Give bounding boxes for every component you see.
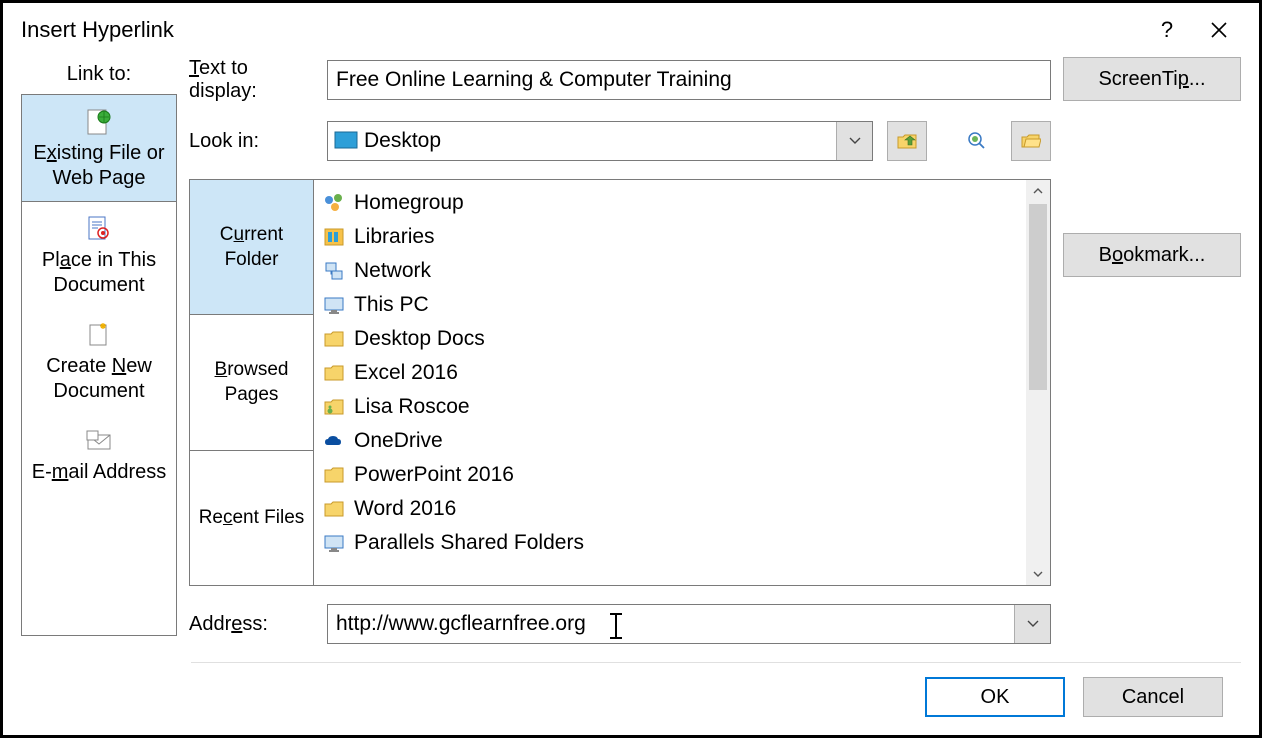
file-item-label: Libraries — [354, 225, 435, 249]
tab-recent-files[interactable]: Recent Files — [190, 451, 313, 585]
look-in-dropdown[interactable] — [836, 122, 872, 160]
text-to-display-label: Text to display: — [189, 57, 319, 103]
chevron-down-icon — [1033, 570, 1043, 578]
scrollbar-thumb[interactable] — [1029, 204, 1047, 390]
linkto-email[interactable]: E-mail Address — [22, 414, 176, 495]
help-button[interactable]: ? — [1141, 4, 1193, 56]
dialog-footer: OK Cancel — [191, 662, 1241, 735]
folder-icon — [322, 463, 346, 487]
folder-up-icon — [897, 132, 917, 150]
browse-tabs: Current Folder Browsed Pages Recent File… — [190, 180, 314, 585]
onedrive-icon — [322, 429, 346, 453]
chevron-down-icon — [1027, 620, 1039, 628]
bookmark-button[interactable]: Bookmark... — [1063, 233, 1241, 277]
scroll-down-button[interactable] — [1026, 563, 1050, 585]
file-item[interactable]: This PC — [318, 288, 1022, 322]
chevron-up-icon — [1033, 187, 1043, 195]
file-item-label: PowerPoint 2016 — [354, 463, 514, 487]
file-item[interactable]: Lisa Roscoe — [318, 390, 1022, 424]
browse-area: Current Folder Browsed Pages Recent File… — [189, 179, 1051, 586]
look-in-label: Look in: — [189, 130, 319, 153]
screentip-button[interactable]: ScreenTip... — [1063, 57, 1241, 101]
linkto-place-in-doc[interactable]: Place in This Document — [22, 202, 176, 308]
text-to-display-input[interactable] — [327, 60, 1051, 100]
titlebar: Insert Hyperlink ? — [3, 3, 1259, 57]
file-item-label: Network — [354, 259, 431, 283]
file-item[interactable]: Libraries — [318, 220, 1022, 254]
dialog-title: Insert Hyperlink — [21, 17, 174, 43]
file-item-label: Parallels Shared Folders — [354, 531, 584, 555]
search-web-icon — [967, 131, 987, 151]
linkto-existing-file[interactable]: Existing File or Web Page — [22, 95, 176, 202]
insert-hyperlink-dialog: Insert Hyperlink ? Link to: Existing Fil… — [3, 3, 1259, 735]
thispc-icon — [322, 531, 346, 555]
ok-button[interactable]: OK — [925, 677, 1065, 717]
file-item-label: Excel 2016 — [354, 361, 458, 385]
scrollbar[interactable] — [1026, 180, 1050, 585]
file-item-label: Word 2016 — [354, 497, 456, 521]
globe-page-icon — [84, 107, 114, 137]
tab-browsed-pages[interactable]: Browsed Pages — [190, 315, 313, 450]
link-to-label: Link to: — [21, 57, 177, 94]
chevron-down-icon — [849, 137, 861, 145]
thispc-icon — [322, 293, 346, 317]
folder-icon — [322, 327, 346, 351]
file-item-label: OneDrive — [354, 429, 443, 453]
doc-target-icon — [84, 214, 114, 244]
link-to-list: Existing File or Web Page Place in This … — [21, 94, 177, 636]
look-in-row: Look in: Desktop — [189, 121, 1051, 161]
homegroup-icon — [322, 191, 346, 215]
up-level-button[interactable] — [887, 121, 927, 161]
file-item-label: Desktop Docs — [354, 327, 485, 351]
folder-icon — [322, 497, 346, 521]
email-icon — [84, 426, 114, 456]
file-list[interactable]: Homegroup Libraries Network This PC Desktop … — [314, 180, 1026, 585]
file-item[interactable]: Network — [318, 254, 1022, 288]
file-item[interactable]: Parallels Shared Folders — [318, 526, 1022, 560]
scroll-up-button[interactable] — [1026, 180, 1050, 202]
right-buttons: ScreenTip... Bookmark... — [1063, 57, 1241, 644]
tab-current-folder[interactable]: Current Folder — [190, 180, 313, 315]
folder-open-icon — [1021, 133, 1041, 149]
network-icon — [322, 259, 346, 283]
linkto-create-new[interactable]: Create New Document — [22, 308, 176, 414]
look-in-combo[interactable]: Desktop — [327, 121, 873, 161]
file-item[interactable]: Word 2016 — [318, 492, 1022, 526]
file-item[interactable]: Excel 2016 — [318, 356, 1022, 390]
desktop-icon — [334, 131, 358, 151]
address-input[interactable] — [328, 606, 1014, 642]
address-row: Address: — [189, 604, 1051, 644]
file-item-label: Lisa Roscoe — [354, 395, 470, 419]
link-to-panel: Link to: Existing File or Web Page Place… — [21, 57, 177, 644]
file-item-label: Homegroup — [354, 191, 464, 215]
close-icon — [1210, 21, 1228, 39]
folder-icon — [322, 361, 346, 385]
browse-file-button[interactable] — [1011, 121, 1051, 161]
file-item-label: This PC — [354, 293, 429, 317]
file-item[interactable]: Homegroup — [318, 186, 1022, 220]
user-folder-icon — [322, 395, 346, 419]
file-item[interactable]: PowerPoint 2016 — [318, 458, 1022, 492]
libraries-icon — [322, 225, 346, 249]
address-combo — [327, 604, 1051, 644]
look-in-value: Desktop — [364, 129, 836, 153]
text-to-display-row: Text to display: — [189, 57, 1051, 103]
file-item[interactable]: OneDrive — [318, 424, 1022, 458]
close-button[interactable] — [1193, 4, 1245, 56]
address-dropdown[interactable] — [1014, 605, 1050, 643]
cancel-button[interactable]: Cancel — [1083, 677, 1223, 717]
browse-web-button[interactable] — [957, 121, 997, 161]
file-item[interactable]: Desktop Docs — [318, 322, 1022, 356]
address-label: Address: — [189, 613, 319, 636]
new-doc-icon — [84, 320, 114, 350]
